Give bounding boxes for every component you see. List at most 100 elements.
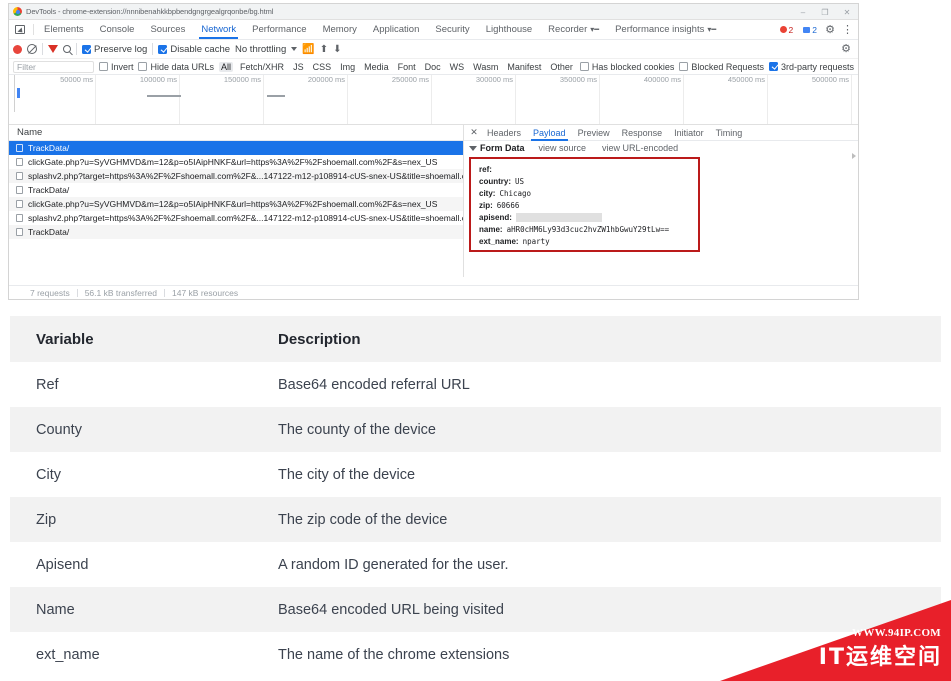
blocked-requests-checkbox[interactable]: Blocked Requests (679, 62, 764, 72)
filter-type-wasm[interactable]: Wasm (471, 62, 500, 72)
filter-type-all[interactable]: All (219, 61, 234, 72)
request-file-icon (16, 214, 23, 222)
network-filter-row: Filter Invert Hide data URLs All Fetch/X… (9, 59, 858, 75)
table-row: Name Base64 encoded URL being visited (10, 587, 941, 632)
table-row[interactable]: clickGate.php?u=SyVGHMVD&m=12&p=o5IAipHN… (9, 197, 463, 211)
view-url-encoded-link[interactable]: view URL-encoded (602, 143, 678, 153)
table-row[interactable]: splashv2.php?target=https%3A%2F%2Fshoema… (9, 211, 463, 225)
form-data-header: Form Data view source view URL-encoded (464, 141, 858, 155)
overview-tick-7: 350000 ms (560, 75, 600, 124)
tab-lighthouse[interactable]: Lighthouse (478, 20, 540, 39)
tab-elements[interactable]: Elements (36, 20, 92, 39)
export-har-icon[interactable]: ⬇ (333, 44, 341, 55)
filter-type-doc[interactable]: Doc (423, 62, 443, 72)
toolbar-divider-3 (152, 43, 154, 55)
table-row[interactable]: clickGate.php?u=SyVGHMVD&m=12&p=o5IAipHN… (9, 155, 463, 169)
tab-sources[interactable]: Sources (142, 20, 193, 39)
table-row[interactable]: TrackData/ (9, 225, 463, 239)
table-row[interactable]: TrackData/ (9, 141, 463, 155)
clear-button-icon[interactable] (27, 44, 37, 54)
detail-tab-timing[interactable]: Timing (710, 125, 749, 141)
more-options-icon[interactable]: ⋮ (840, 24, 855, 36)
chevron-down-icon[interactable] (469, 145, 477, 151)
close-icon[interactable]: ✕ (836, 4, 858, 20)
tab-performance-insights-label: Performance insights (615, 24, 705, 35)
network-overview-timeline[interactable]: 50000 ms 100000 ms 150000 ms 200000 ms 2… (9, 75, 858, 125)
view-source-link[interactable]: view source (539, 143, 587, 153)
tab-console[interactable]: Console (92, 20, 143, 39)
tab-network[interactable]: Network (193, 20, 244, 39)
warning-badge[interactable]: 2 (800, 24, 820, 36)
download-icon-2: ▾━ (707, 25, 717, 34)
tab-memory[interactable]: Memory (315, 20, 365, 39)
detail-tab-payload[interactable]: Payload (527, 125, 572, 141)
preserve-log-label: Preserve log (94, 43, 148, 55)
minimize-icon[interactable]: – (792, 4, 814, 20)
network-conditions-icon[interactable]: 📶 (302, 44, 314, 55)
filter-funnel-icon[interactable] (48, 45, 58, 53)
filter-type-css[interactable]: CSS (311, 62, 334, 72)
filter-type-img[interactable]: Img (338, 62, 357, 72)
import-har-icon[interactable]: ⬆ (320, 44, 328, 55)
detail-close-icon[interactable]: ✕ (467, 127, 481, 138)
filter-type-ws[interactable]: WS (448, 62, 467, 72)
preserve-log-checkbox[interactable]: Preserve log (82, 44, 147, 55)
error-badge[interactable]: 2 (777, 24, 797, 36)
filter-type-media[interactable]: Media (362, 62, 391, 72)
overview-request-bar-1 (17, 88, 20, 98)
hide-data-urls-box-icon (138, 62, 148, 71)
filter-type-js[interactable]: JS (291, 62, 306, 72)
form-field-value: 60666 (496, 200, 520, 210)
download-icon: ▾━ (590, 25, 600, 34)
search-icon[interactable] (63, 45, 71, 53)
table-row[interactable]: splashv2.php?target=https%3A%2F%2Fshoema… (9, 169, 463, 183)
tab-recorder[interactable]: Recorder ▾━ (540, 20, 607, 39)
throttling-value: No throttling (235, 43, 287, 55)
tab-performance[interactable]: Performance (244, 20, 314, 39)
has-blocked-cookies-label: Has blocked cookies (591, 61, 675, 72)
detail-tab-preview[interactable]: Preview (572, 125, 616, 141)
tab-performance-insights[interactable]: Performance insights ▾━ (607, 20, 724, 39)
redacted-value-block (515, 212, 602, 222)
filter-type-manifest[interactable]: Manifest (505, 62, 543, 72)
request-name: clickGate.php?u=SyVGHMVD&m=12&p=o5IAipHN… (28, 157, 438, 167)
request-name: TrackData/ (28, 143, 70, 153)
form-field-country: country: US (471, 175, 698, 187)
panel-expand-caret-icon[interactable] (852, 153, 856, 159)
filter-type-other[interactable]: Other (548, 62, 575, 72)
form-data-title: Form Data (480, 143, 525, 153)
cell-description: A random ID generated for the user. (252, 542, 941, 587)
filter-type-fetch-xhr[interactable]: Fetch/XHR (238, 62, 286, 72)
request-detail-panel: ✕ Headers Payload Preview Response Initi… (464, 125, 858, 277)
has-blocked-cookies-checkbox[interactable]: Has blocked cookies (579, 61, 675, 72)
inspect-element-button[interactable] (9, 20, 31, 39)
detail-tab-response[interactable]: Response (616, 125, 669, 141)
third-party-requests-checkbox[interactable]: 3rd-party requests (768, 62, 854, 72)
throttling-select[interactable]: No throttling (235, 44, 286, 55)
disable-cache-checkbox[interactable]: Disable cache (158, 44, 230, 55)
filter-type-font[interactable]: Font (396, 62, 418, 72)
chevron-down-icon[interactable] (291, 47, 298, 51)
request-file-icon (16, 144, 23, 152)
invert-checkbox[interactable]: Invert (98, 62, 133, 72)
table-row[interactable]: TrackData/ (9, 183, 463, 197)
table-row: Zip The zip code of the device (10, 497, 941, 542)
maximize-icon[interactable]: ❐ (814, 4, 836, 20)
has-blocked-cookies-box-icon (579, 62, 589, 71)
tab-application[interactable]: Application (365, 20, 427, 39)
settings-gear-icon[interactable]: ⚙ (824, 24, 836, 36)
request-name: clickGate.php?u=SyVGHMVD&m=12&p=o5IAipHN… (28, 199, 438, 209)
form-field-key: city: (479, 188, 496, 198)
request-name: TrackData/ (28, 227, 70, 237)
preserve-log-box-icon (82, 44, 91, 54)
network-settings-gear-icon[interactable]: ⚙ (840, 43, 852, 55)
detail-tab-bar: ✕ Headers Payload Preview Response Initi… (464, 125, 858, 141)
chrome-logo-icon (13, 7, 22, 16)
network-toolbar: Preserve log Disable cache No throttling… (9, 40, 858, 59)
tab-security[interactable]: Security (427, 20, 477, 39)
detail-tab-initiator[interactable]: Initiator (668, 125, 710, 141)
filter-input[interactable]: Filter (13, 60, 94, 73)
hide-data-urls-checkbox[interactable]: Hide data URLs (138, 62, 214, 72)
detail-tab-headers[interactable]: Headers (481, 125, 527, 141)
record-button-icon[interactable] (13, 44, 22, 54)
